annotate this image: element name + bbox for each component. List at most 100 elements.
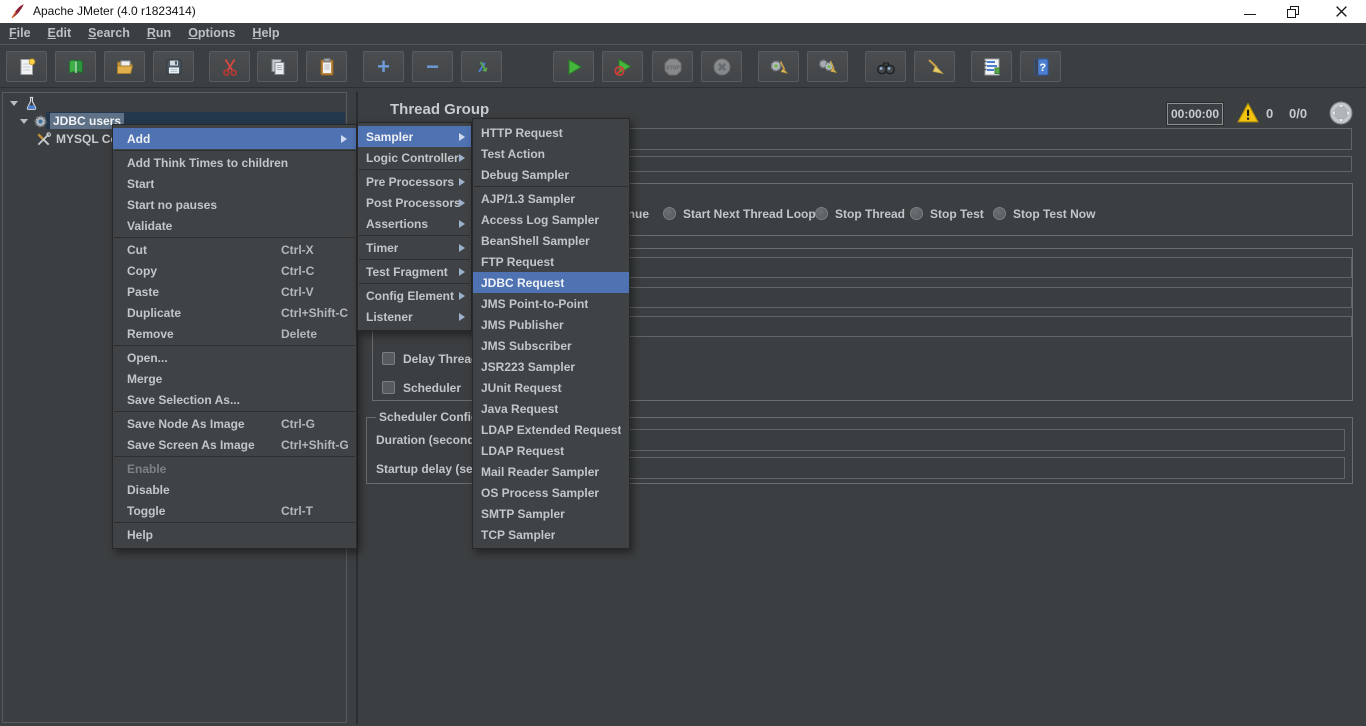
- clear-button[interactable]: [758, 51, 799, 82]
- sampler-item-ftp-request[interactable]: FTP Request: [473, 251, 629, 272]
- stop-icon: STOP: [663, 57, 683, 77]
- toolbar: 00:00:00 0 0/0 + − STOP?: [0, 46, 1366, 126]
- sampler-item-os-process-sampler[interactable]: OS Process Sampler: [473, 482, 629, 503]
- add-item-logic-controller[interactable]: Logic Controller: [358, 147, 471, 168]
- menu-item-add[interactable]: Add: [113, 128, 356, 149]
- add-item-pre-processors[interactable]: Pre Processors: [358, 171, 471, 192]
- add-item-post-processors[interactable]: Post Processors: [358, 192, 471, 213]
- menu-item-save-selection-as-[interactable]: Save Selection As...: [113, 389, 356, 410]
- thread-group-gear-icon: [33, 114, 48, 129]
- sampler-item-ldap-extended-request[interactable]: LDAP Extended Request: [473, 419, 629, 440]
- restore-button[interactable]: [1277, 0, 1307, 23]
- add-item-sampler[interactable]: Sampler: [358, 126, 471, 147]
- menu-item-copy[interactable]: Copy Ctrl-C: [113, 260, 356, 281]
- menubar-options[interactable]: Options: [180, 23, 243, 44]
- open-template-button[interactable]: [55, 51, 96, 82]
- menu-item-merge[interactable]: Merge: [113, 368, 356, 389]
- add-item-config-element[interactable]: Config Element: [358, 285, 471, 306]
- help-button[interactable]: ?: [1020, 51, 1061, 82]
- function-helper-button[interactable]: [971, 51, 1012, 82]
- add-item-assertions[interactable]: Assertions: [358, 213, 471, 234]
- sampler-item-jms-point-to-point[interactable]: JMS Point-to-Point: [473, 293, 629, 314]
- sampler-item-jdbc-request[interactable]: JDBC Request: [473, 272, 629, 293]
- sampler-item-http-request[interactable]: HTTP Request: [473, 122, 629, 143]
- menu-item-validate[interactable]: Validate: [113, 215, 356, 236]
- menu-item-paste[interactable]: Paste Ctrl-V: [113, 281, 356, 302]
- search-reset-button[interactable]: [914, 51, 955, 82]
- sampler-item-ldap-request[interactable]: LDAP Request: [473, 440, 629, 461]
- add-button[interactable]: +: [363, 51, 404, 82]
- scheduler-checkbox[interactable]: [382, 381, 395, 394]
- delay-thread-checkbox[interactable]: [382, 352, 395, 365]
- menubar-run[interactable]: Run: [139, 23, 179, 44]
- menu-separator: [359, 259, 470, 260]
- new-file-button[interactable]: [6, 51, 47, 82]
- clear-all-button[interactable]: [807, 51, 848, 82]
- add-item-listener[interactable]: Listener: [358, 306, 471, 327]
- remote-start-icon[interactable]: [1329, 101, 1353, 125]
- menu-item-remove[interactable]: Remove Delete: [113, 323, 356, 344]
- menu-item-label: Config Element: [366, 288, 455, 303]
- warning-icon[interactable]: [1237, 102, 1259, 124]
- add-icon: +: [377, 53, 390, 79]
- radio-start-next-thread-loop[interactable]: Start Next Thread Loop: [663, 206, 816, 221]
- copy-button[interactable]: [257, 51, 298, 82]
- expander-icon[interactable]: [20, 119, 28, 124]
- sampler-item-jms-subscriber[interactable]: JMS Subscriber: [473, 335, 629, 356]
- menu-item-toggle[interactable]: Toggle Ctrl-T: [113, 500, 356, 521]
- save-button[interactable]: [153, 51, 194, 82]
- radio-stop-test-now[interactable]: Stop Test Now: [993, 206, 1095, 221]
- menu-item-shortcut: Ctrl-G: [281, 416, 315, 431]
- radio-stop-thread[interactable]: Stop Thread: [815, 206, 905, 221]
- menu-item-save-screen-as-image[interactable]: Save Screen As Image Ctrl+Shift-G: [113, 434, 356, 455]
- menu-item-help[interactable]: Help: [113, 524, 356, 545]
- start-no-pauses-button[interactable]: [602, 51, 643, 82]
- radio-stop-test[interactable]: Stop Test: [910, 206, 984, 221]
- submenu-arrow-icon: [341, 134, 347, 143]
- menubar-file[interactable]: File: [1, 23, 39, 44]
- menubar-help[interactable]: Help: [244, 23, 287, 44]
- paste-button[interactable]: [306, 51, 347, 82]
- menu-item-disable[interactable]: Disable: [113, 479, 356, 500]
- help-icon: ?: [1031, 57, 1051, 77]
- remove-button[interactable]: −: [412, 51, 453, 82]
- menu-item-save-node-as-image[interactable]: Save Node As Image Ctrl-G: [113, 413, 356, 434]
- menu-item-cut[interactable]: Cut Ctrl-X: [113, 239, 356, 260]
- restore-icon: [1286, 6, 1299, 18]
- sampler-item-jsr223-sampler[interactable]: JSR223 Sampler: [473, 356, 629, 377]
- expander-icon[interactable]: [10, 101, 18, 106]
- close-button[interactable]: [1326, 0, 1356, 23]
- sampler-item-smtp-sampler[interactable]: SMTP Sampler: [473, 503, 629, 524]
- sampler-item-access-log-sampler[interactable]: Access Log Sampler: [473, 209, 629, 230]
- sampler-item-jms-publisher[interactable]: JMS Publisher: [473, 314, 629, 335]
- sampler-item-mail-reader-sampler[interactable]: Mail Reader Sampler: [473, 461, 629, 482]
- sampler-item-beanshell-sampler[interactable]: BeanShell Sampler: [473, 230, 629, 251]
- menu-item-add-think-times-to-children[interactable]: Add Think Times to children: [113, 152, 356, 173]
- add-item-test-fragment[interactable]: Test Fragment: [358, 261, 471, 282]
- menubar-edit[interactable]: Edit: [40, 23, 80, 44]
- menu-item-duplicate[interactable]: Duplicate Ctrl+Shift-C: [113, 302, 356, 323]
- minimize-button[interactable]: [1235, 0, 1265, 23]
- menu-item-start[interactable]: Start: [113, 173, 356, 194]
- cut-button[interactable]: [209, 51, 250, 82]
- search-button[interactable]: [865, 51, 906, 82]
- toggle-button[interactable]: [461, 51, 502, 82]
- menu-item-label: LDAP Extended Request: [481, 422, 622, 437]
- jmeter-window: Apache JMeter (4.0 r1823414) File Edit Sea…: [0, 0, 1366, 726]
- tree-node-root[interactable]: [3, 94, 346, 112]
- menu-item-start-no-pauses[interactable]: Start no pauses: [113, 194, 356, 215]
- sampler-item-junit-request[interactable]: JUnit Request: [473, 377, 629, 398]
- add-item-timer[interactable]: Timer: [358, 237, 471, 258]
- menu-item-label: Add: [127, 131, 151, 146]
- sampler-item-java-request[interactable]: Java Request: [473, 398, 629, 419]
- menubar-search[interactable]: Search: [80, 23, 138, 44]
- submenu-arrow-icon: [459, 132, 465, 141]
- sampler-item-tcp-sampler[interactable]: TCP Sampler: [473, 524, 629, 545]
- svg-text:STOP: STOP: [666, 65, 680, 71]
- sampler-item-ajp-1-3-sampler[interactable]: AJP/1.3 Sampler: [473, 188, 629, 209]
- menu-item-open-[interactable]: Open...: [113, 347, 356, 368]
- start-button[interactable]: [553, 51, 594, 82]
- sampler-item-debug-sampler[interactable]: Debug Sampler: [473, 164, 629, 185]
- open-file-button[interactable]: [104, 51, 145, 82]
- sampler-item-test-action[interactable]: Test Action: [473, 143, 629, 164]
